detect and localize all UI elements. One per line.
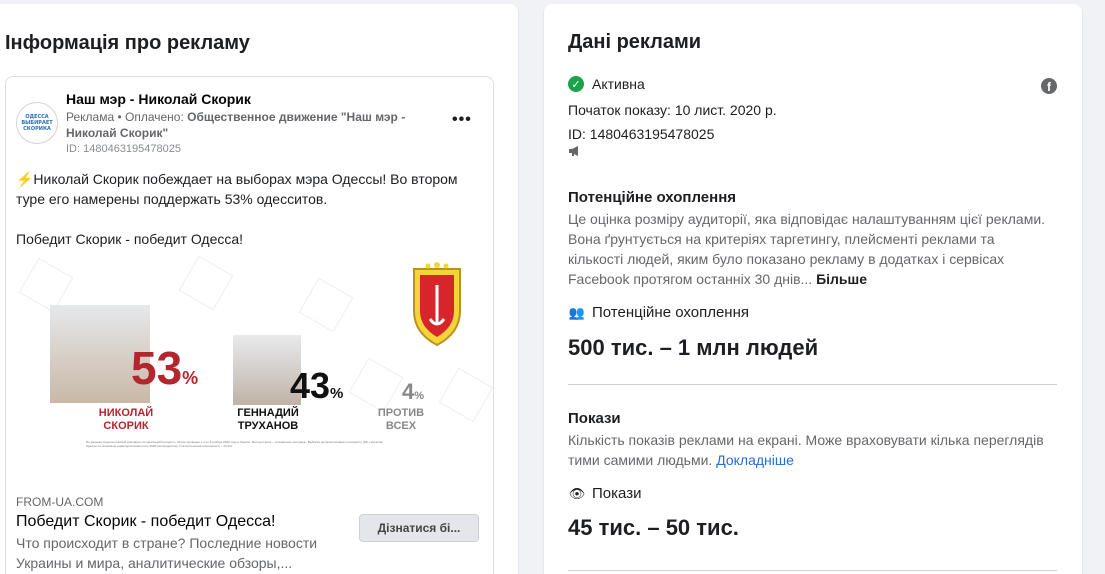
- reach-more-link[interactable]: Більше: [816, 271, 867, 287]
- trukhanov-name-line1: ГЕННАДИЙ: [237, 407, 299, 419]
- people-icon: 👥: [568, 304, 586, 320]
- ad-text-paragraph-2: Победит Скорик - победит Одесса!: [16, 231, 244, 247]
- trukhanov-percent: 43%: [290, 365, 343, 407]
- ad-id-small: ID: 1480463195478025: [66, 143, 181, 155]
- section-divider: [568, 384, 1057, 385]
- skorik-percent-value: 53: [131, 342, 183, 394]
- trukhanov-name-line2: ТРУХАНОВ: [237, 420, 299, 432]
- reach-description-text: Це оцінка розміру аудиторії, яка відпові…: [568, 211, 1046, 287]
- start-date: Початок показу: 10 лист. 2020 р.: [568, 102, 777, 118]
- ad-id: ID: 1480463195478025: [568, 126, 715, 142]
- percent-sign: %: [182, 368, 199, 388]
- ad-creative-image[interactable]: 53% НИКОЛАЙ СКОРИК 43% ГЕННАДИЙ ТРУХАНОВ 4…: [6, 255, 493, 451]
- hex-decoration: [298, 277, 354, 333]
- against-all-percent-value: 4: [402, 379, 415, 404]
- impressions-more-link[interactable]: Докладніше: [716, 452, 794, 468]
- percent-sign: %: [330, 385, 344, 402]
- candidate-name-skorik: НИКОЛАЙ СКОРИК: [86, 407, 166, 433]
- against-all-line2: ВСЕХ: [385, 420, 417, 432]
- candidate-name-trukhanov: ГЕННАДИЙ ТРУХАНОВ: [228, 407, 308, 433]
- skorik-name-line1: НИКОЛАЙ: [98, 407, 154, 419]
- against-all-line1: ПРОТИВ: [377, 407, 425, 419]
- reach-metric-value: 500 тис. – 1 млн людей: [568, 335, 819, 360]
- reach-metric-label-text: Потенційне охоплення: [592, 304, 749, 321]
- link-description: Что происходит в стране? Последние новос…: [16, 535, 318, 571]
- eye-icon: 👁: [568, 485, 586, 501]
- against-all-percent: 4%: [402, 379, 424, 405]
- trukhanov-percent-value: 43: [290, 365, 331, 406]
- check-circle-icon: ✓: [568, 76, 584, 92]
- hex-decoration: [438, 367, 493, 423]
- learn-more-button[interactable]: Дізнатися бі...: [359, 514, 479, 542]
- facebook-icon: f: [1041, 78, 1057, 94]
- section-divider: [568, 570, 1057, 571]
- ad-preview-card: ОДЕССА ВЫБИРАЕТ СКОРИКА Наш мэр - Никола…: [5, 76, 494, 574]
- ad-info-panel: Інформація про рекламу ОДЕССА ВЫБИРАЕТ С…: [0, 4, 518, 574]
- reach-section-title: Потенційне охоплення: [568, 189, 737, 206]
- fine-print: По данным социологической компании «Соци…: [86, 440, 383, 448]
- page-name-link[interactable]: Наш мэр - Николай Скорик: [66, 91, 251, 107]
- skorik-percent: 53%: [131, 341, 198, 395]
- more-options-button[interactable]: •••: [452, 111, 472, 129]
- impressions-description-text: Кількість показів реклами на екрані. Мож…: [568, 432, 1044, 468]
- page-avatar[interactable]: ОДЕССА ВЫБИРАЕТ СКОРИКА: [16, 102, 58, 144]
- status-row: ✓ Активна: [568, 76, 645, 92]
- hex-decoration: [178, 255, 234, 311]
- panel-title: Інформація про рекламу: [5, 32, 250, 54]
- ad-data-panel: Дані реклами ✓ Активна f Початок показу:…: [544, 4, 1082, 574]
- ad-body-text: ⚡Николай Скорик побеждает на выборах мэр…: [16, 169, 486, 269]
- odessa-coat-of-arms-icon: [413, 262, 461, 347]
- impressions-section-title: Покази: [568, 410, 621, 427]
- percent-sign: %: [414, 390, 425, 402]
- against-all-label: ПРОТИВ ВСЕХ: [366, 407, 436, 433]
- avatar-text-3: СКОРИКА: [23, 126, 51, 132]
- reach-metric-label: 👥 Потенційне охоплення: [568, 304, 749, 321]
- status-label: Активна: [592, 76, 645, 92]
- link-domain: FROM-UA.COM: [16, 495, 104, 509]
- impressions-description: Кількість показів реклами на екрані. Мож…: [568, 430, 1048, 470]
- impressions-metric-label-text: Покази: [592, 485, 642, 502]
- sponsor-prefix: Реклама • Оплачено:: [66, 110, 184, 124]
- sponsor-line: Реклама • Оплачено: Общественное движени…: [66, 109, 446, 141]
- reach-description: Це оцінка розміру аудиторії, яка відпові…: [568, 209, 1048, 289]
- impressions-metric-value: 45 тис. – 50 тис.: [568, 515, 739, 540]
- panel-title: Дані реклами: [568, 31, 702, 53]
- skorik-name-line2: СКОРИК: [103, 420, 149, 432]
- impressions-metric-label: 👁 Покази: [568, 485, 642, 502]
- link-title[interactable]: Победит Скорик - победит Одесса!: [16, 513, 275, 531]
- hex-decoration: [348, 357, 404, 413]
- ad-text-paragraph-1: ⚡Николай Скорик побеждает на выборах мэр…: [16, 171, 458, 207]
- megaphone-icon: [569, 146, 578, 156]
